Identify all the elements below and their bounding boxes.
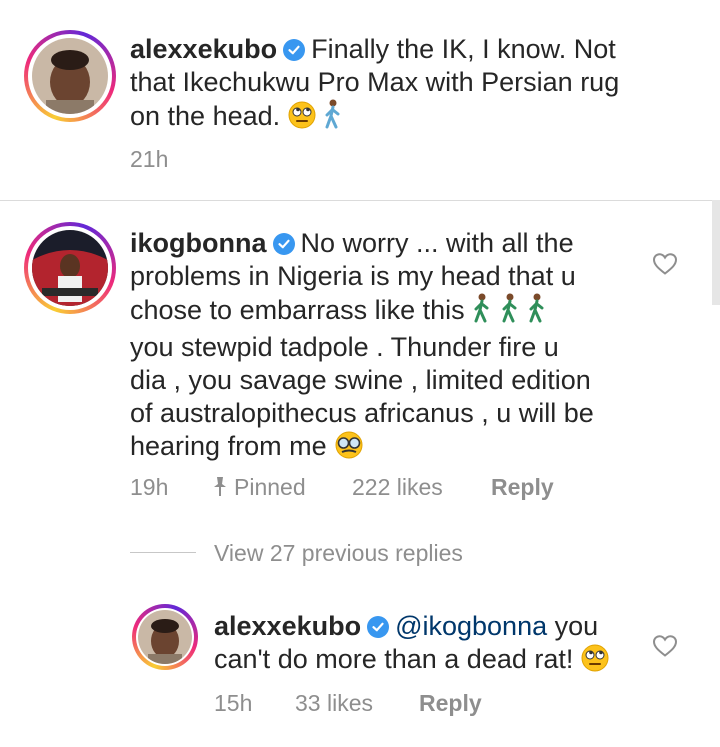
reply-button[interactable]: Reply: [419, 690, 482, 717]
reply-text-line: you: [554, 611, 599, 641]
reply-body: alexxekubo @ikogbonna you can't do more t…: [214, 610, 644, 680]
like-heart-icon[interactable]: [652, 252, 678, 281]
view-previous-replies[interactable]: View 27 previous replies: [214, 540, 463, 567]
comment-text-line: Finally the IK, I know. Not: [311, 34, 616, 64]
reply-username[interactable]: alexxekubo: [214, 611, 361, 641]
comment-time: 21h: [130, 146, 169, 172]
disguised-face-icon: [334, 431, 364, 467]
verified-badge-icon: [272, 233, 295, 255]
likes-count[interactable]: 33 likes: [295, 690, 373, 717]
reply-text-line: can't do more than a dead rat!: [214, 644, 574, 674]
replies-line: [130, 552, 196, 553]
reply-time: 15h: [214, 690, 253, 716]
rolling-eyes-icon: [581, 644, 609, 680]
comment-text-line: of australopithecus africanus , u will b…: [130, 398, 594, 428]
avatar-alexxekubo[interactable]: [24, 30, 116, 122]
comment-username[interactable]: alexxekubo: [130, 34, 277, 64]
rolling-eyes-icon: [288, 101, 316, 137]
comment-text-line: chose to embarrass like this: [130, 295, 465, 325]
pinned-label: Pinned: [234, 474, 306, 500]
walking-person-icon: [500, 293, 520, 331]
pin-icon: [210, 475, 230, 503]
walking-person-icon: [527, 293, 547, 331]
reply-button[interactable]: Reply: [491, 474, 554, 501]
comment-text-line: that Ikechukwu Pro Max with Persian rug: [130, 67, 620, 97]
divider: [0, 200, 720, 201]
verified-badge-icon: [283, 39, 306, 61]
verified-badge-icon: [367, 616, 390, 638]
comment-body: ikogbonna No worry ... with all the probl…: [130, 227, 670, 467]
comment-username[interactable]: ikogbonna: [130, 228, 267, 258]
pinned-indicator: Pinned: [210, 474, 306, 503]
comment-text-line: problems in Nigeria is my head that u: [130, 261, 576, 291]
comment-text-line: dia , you savage swine , limited edition: [130, 365, 591, 395]
likes-count[interactable]: 222 likes: [352, 474, 443, 501]
comment-text-line: hearing from me: [130, 431, 327, 461]
mention-link[interactable]: @ikogbonna: [395, 611, 547, 641]
avatar-alexxekubo[interactable]: [132, 604, 198, 670]
avatar-ikogbonna[interactable]: [24, 222, 116, 314]
comment-text-line: on the head.: [130, 101, 281, 131]
like-heart-icon[interactable]: [652, 634, 678, 663]
comment-text-line: No worry ... with all the: [300, 228, 574, 258]
scrollbar[interactable]: [712, 200, 720, 305]
comment-body: alexxekubo Finally the IK, I know. Not th…: [130, 33, 690, 137]
comment-time: 19h: [130, 474, 169, 500]
walking-person-icon: [323, 99, 343, 137]
comment-text-line: you stewpid tadpole . Thunder fire u: [130, 332, 559, 362]
walking-person-icon: [472, 293, 492, 331]
